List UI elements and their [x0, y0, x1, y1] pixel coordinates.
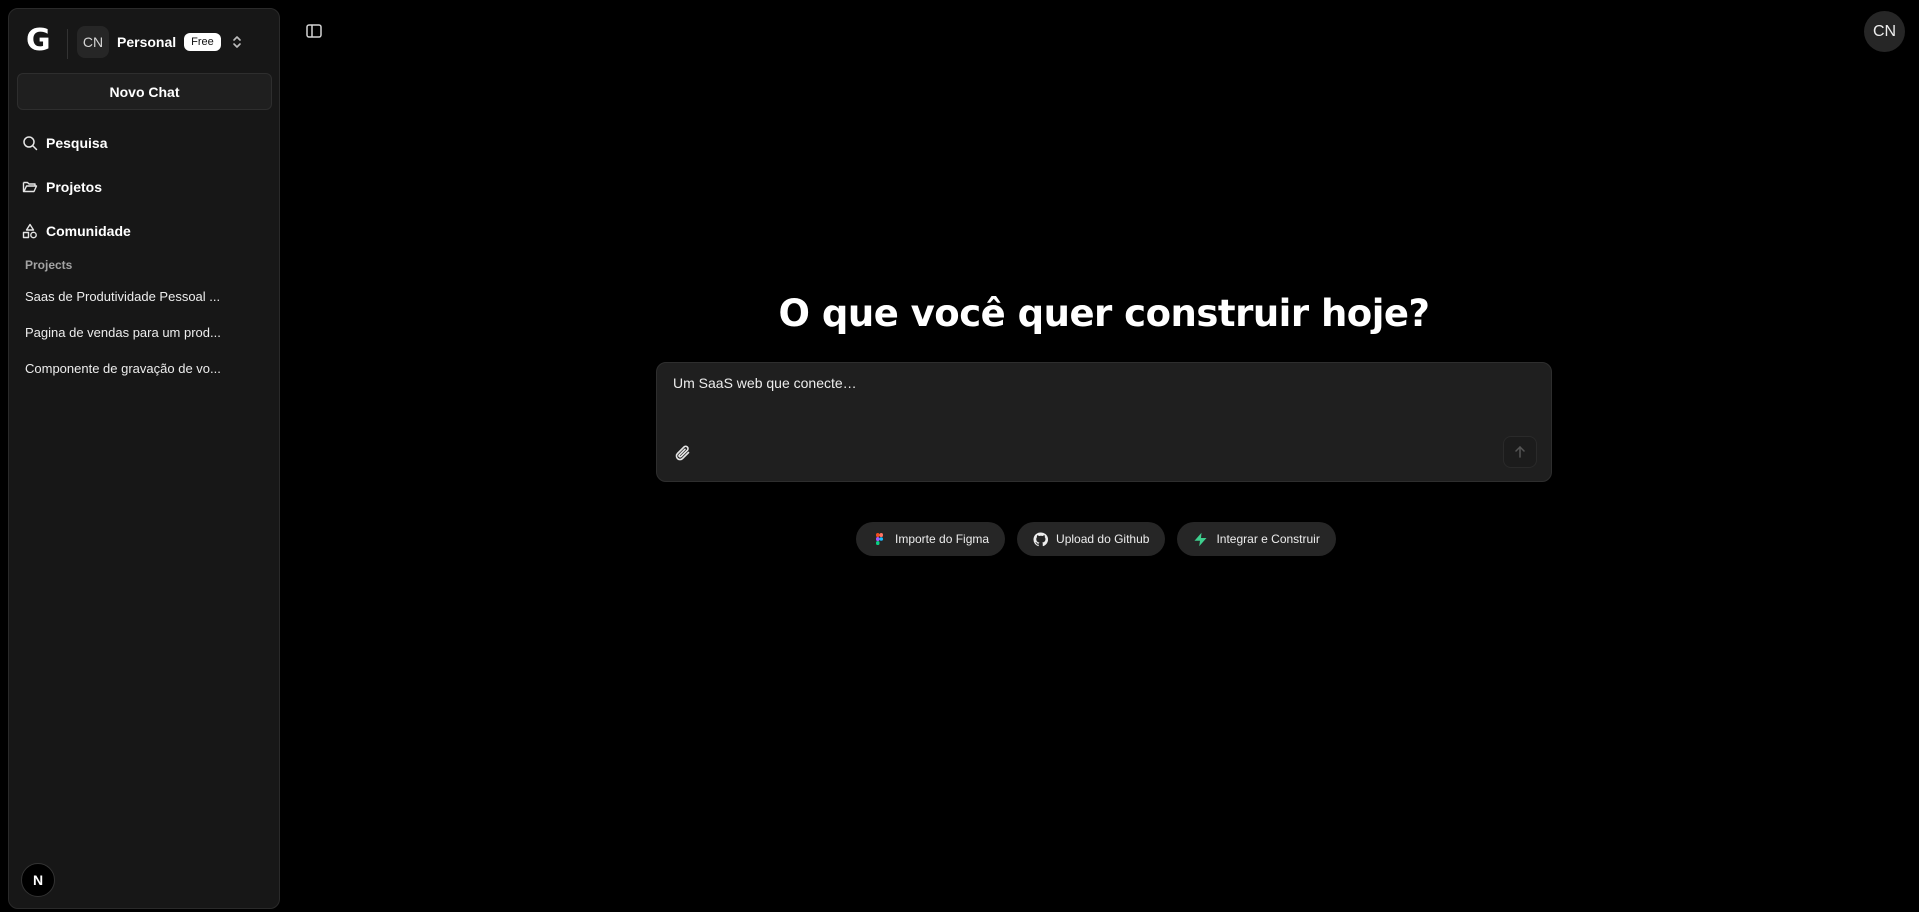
sidebar-header: G CN Personal Free: [9, 9, 279, 75]
team-switcher[interactable]: CN Personal Free: [77, 26, 267, 58]
quick-actions: Importe do Figma Upload do Github Integr…: [856, 522, 1336, 556]
page-title: O que você quer construir hoje?: [778, 292, 1430, 335]
chevron-up-down-icon: [232, 36, 241, 48]
app-logo[interactable]: G: [26, 26, 56, 56]
upload-github-button[interactable]: Upload do Github: [1017, 522, 1166, 556]
sidebar-item-label: Comunidade: [46, 223, 131, 239]
github-icon: [1033, 531, 1049, 546]
sidebar-item-community[interactable]: Comunidade: [17, 215, 272, 247]
figma-icon: [876, 532, 884, 545]
folder-icon: [22, 181, 38, 193]
prompt-box: [656, 362, 1552, 482]
chip-label: Integrar e Construir: [1216, 532, 1320, 546]
arrow-up-icon: [1515, 445, 1525, 458]
supabase-icon: [1194, 532, 1207, 546]
dev-tools-badge[interactable]: N: [21, 863, 55, 897]
import-figma-button[interactable]: Importe do Figma: [856, 522, 1006, 556]
project-item[interactable]: Pagina de vendas para um prod...: [25, 320, 243, 346]
paperclip-icon[interactable]: [673, 443, 693, 463]
plan-badge: Free: [184, 33, 221, 51]
team-name: Personal: [117, 34, 177, 50]
send-button[interactable]: [1503, 436, 1537, 468]
sidebar-item-label: Projetos: [46, 179, 103, 195]
search-icon: [23, 136, 38, 151]
divider: [67, 29, 68, 59]
sidebar-item-label: Pesquisa: [46, 135, 108, 151]
sidebar-item-search[interactable]: Pesquisa: [17, 127, 272, 159]
new-chat-button[interactable]: Novo Chat: [17, 73, 272, 110]
integrate-build-button[interactable]: Integrar e Construir: [1177, 522, 1336, 556]
user-avatar[interactable]: CN: [1864, 11, 1905, 52]
prompt-input[interactable]: [673, 375, 1533, 423]
sidebar-item-projects[interactable]: Projetos: [17, 171, 272, 203]
sidebar: G CN Personal Free Novo Chat Pesquisa Pr…: [8, 8, 280, 909]
project-item[interactable]: Saas de Produtividade Pessoal ...: [25, 284, 243, 310]
chip-label: Importe do Figma: [895, 532, 990, 546]
projects-section-label: Projects: [25, 258, 73, 272]
project-item[interactable]: Componente de gravação de vo...: [25, 356, 243, 382]
shapes-icon: [22, 223, 37, 239]
chip-label: Upload do Github: [1056, 532, 1150, 546]
sidebar-toggle-icon[interactable]: [305, 22, 323, 40]
team-avatar: CN: [77, 26, 109, 58]
